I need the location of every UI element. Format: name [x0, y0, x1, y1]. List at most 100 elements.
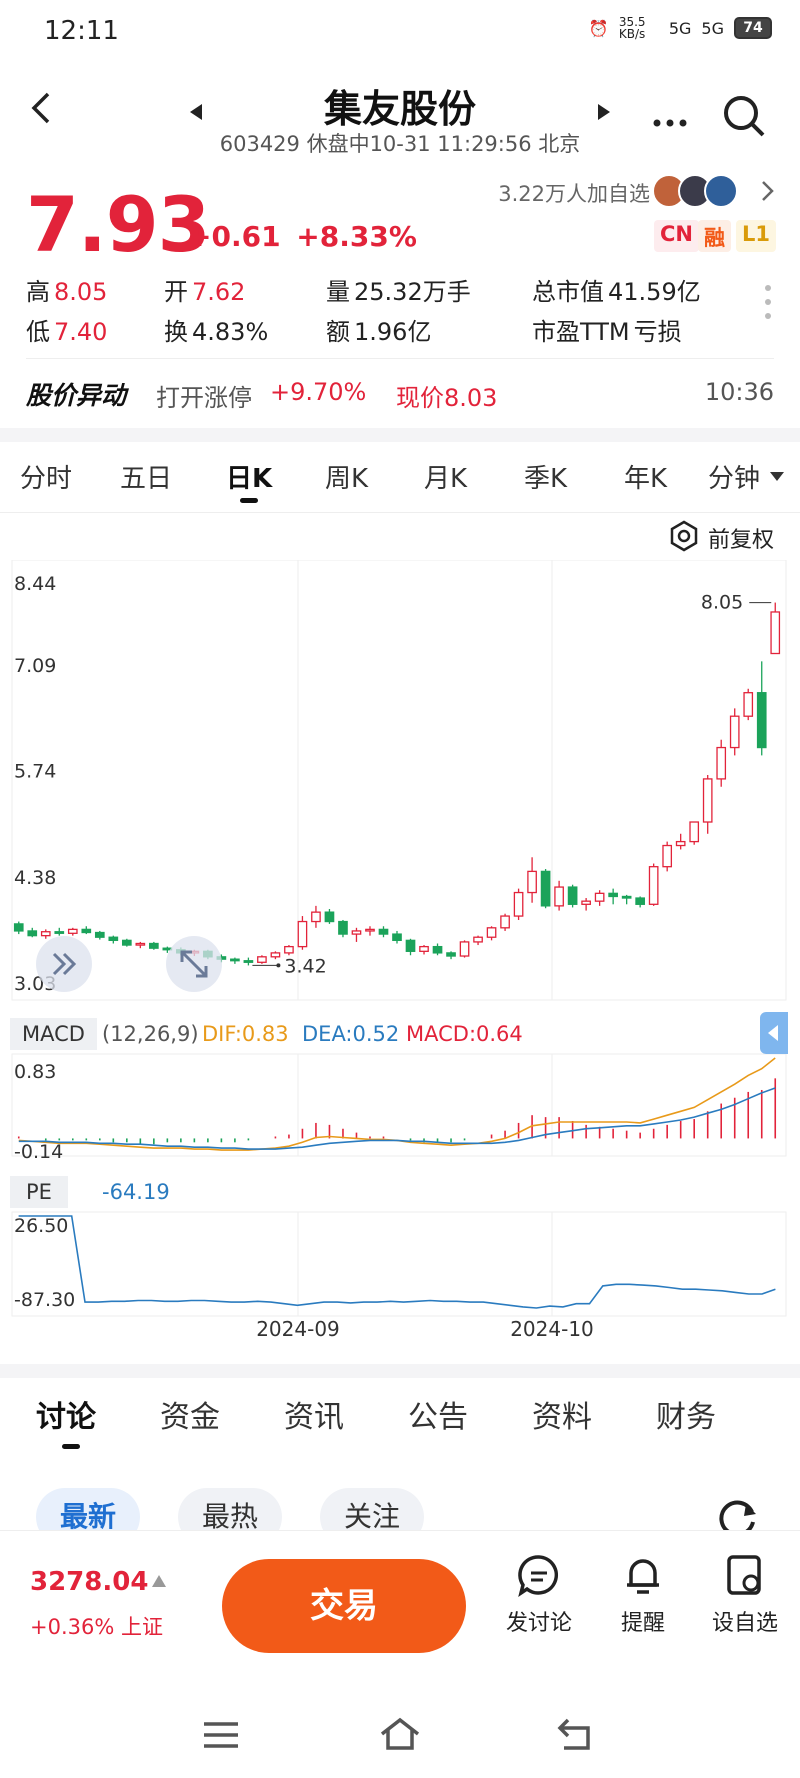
macd-y-top: 0.83: [14, 1061, 56, 1083]
candle-body: [702, 778, 713, 823]
double-chevron-right-icon: [52, 952, 77, 976]
stat-value: 7.62: [192, 278, 246, 306]
status-bar: 12:11 ⏰ 35.5 KB/s 5G 5G 74: [0, 0, 800, 64]
tab-weekly-k[interactable]: 周K: [325, 458, 368, 495]
signal-2: 5G: [701, 18, 724, 38]
collapse-panel-button[interactable]: [760, 1012, 788, 1054]
change-percent: +8.33%: [296, 220, 417, 253]
price-alert-row[interactable]: 股价异动 打开涨停 +9.70% 现价8.03 10:36: [26, 376, 774, 416]
tab-financials[interactable]: 财务: [656, 1392, 716, 1436]
candle-body: [486, 927, 497, 938]
adjust-label: 前复权: [708, 528, 775, 553]
fullscreen-button[interactable]: [166, 936, 222, 992]
candle-body: [513, 891, 524, 917]
watcher-avatars[interactable]: [652, 174, 742, 208]
post-discussion-button[interactable]: 发讨论: [494, 1551, 584, 1637]
stat-label: 换: [164, 318, 188, 346]
trade-button[interactable]: 交易: [222, 1559, 466, 1653]
candle-body: [378, 928, 389, 935]
alert-title: 股价异动: [26, 381, 127, 410]
macd-value: MACD:0.64: [406, 1022, 523, 1046]
pe-y-top: 26.50: [14, 1215, 68, 1237]
candle-body: [27, 930, 38, 937]
candle-body: [81, 928, 92, 934]
back-nav-icon[interactable]: [556, 1716, 596, 1752]
tab-discussion[interactable]: 讨论: [36, 1392, 96, 1436]
candle-body: [473, 936, 483, 943]
candle-body: [121, 939, 132, 946]
candle-body: [13, 923, 24, 932]
min-annotation: 3.42: [284, 955, 326, 977]
settings-hex-icon: [670, 520, 698, 552]
stat-value: 亏损: [633, 318, 682, 346]
stat-low: 低 7.40: [26, 312, 107, 347]
pe-value: -64.19: [102, 1180, 170, 1204]
tab-monthly-k[interactable]: 月K: [424, 458, 467, 495]
status-time: 12:11: [44, 16, 119, 46]
pe-legend[interactable]: PE -64.19: [10, 1174, 310, 1214]
stat-value: 4.83%: [192, 318, 269, 346]
dif-line: [18, 1057, 776, 1151]
candle-body: [621, 895, 632, 899]
chevron-down-icon[interactable]: [770, 472, 784, 482]
stat-value: 8.05: [54, 278, 108, 306]
alert-label: 提醒: [620, 1611, 665, 1636]
tab-profile[interactable]: 资料: [532, 1392, 592, 1436]
macd-legend[interactable]: MACD (12,26,9) DIF:0.83 DEA:0.52 MACD:0.…: [10, 1016, 760, 1056]
price-change: +0.61 +8.33%: [188, 220, 417, 253]
tab-funds[interactable]: 资金: [160, 1392, 220, 1436]
add-watchlist-button[interactable]: 设自选: [700, 1551, 790, 1637]
candle-body: [581, 900, 591, 905]
chevron-right-icon[interactable]: [760, 180, 774, 206]
tab-five-day[interactable]: 五日: [120, 458, 172, 495]
candle-body: [648, 866, 659, 905]
search-button[interactable]: [722, 94, 766, 142]
stat-label: 量: [326, 278, 350, 306]
menu-icon[interactable]: [202, 1718, 242, 1754]
candle-body: [284, 945, 294, 954]
tag-l1: L1: [736, 220, 776, 252]
watchers-count[interactable]: 3.22万人加自选: [498, 178, 650, 208]
section-separator: [0, 428, 800, 442]
tab-yearly-k[interactable]: 年K: [624, 458, 667, 495]
candle-body: [67, 928, 78, 934]
alert-button[interactable]: 提醒: [598, 1551, 688, 1637]
tab-quarterly-k[interactable]: 季K: [524, 458, 567, 495]
tab-daily-k[interactable]: 日K: [226, 458, 272, 495]
kline-chart[interactable]: 8.447.095.744.383.038.053.420.83-0.1426.…: [0, 560, 800, 1350]
candle-body: [500, 915, 510, 929]
more-button[interactable]: [652, 112, 688, 131]
tab-intraday[interactable]: 分时: [20, 458, 72, 495]
home-icon[interactable]: [378, 1716, 422, 1752]
next-stock-button[interactable]: [596, 104, 610, 124]
tab-news[interactable]: 资讯: [284, 1392, 344, 1436]
candle-body: [351, 930, 362, 935]
tag-margin: 融: [698, 220, 731, 252]
expand-stats-icon[interactable]: [764, 284, 772, 328]
x-tick-label: 2024-10: [510, 1317, 594, 1341]
candle-body: [365, 928, 375, 932]
tab-announcements[interactable]: 公告: [408, 1392, 468, 1436]
candle-body: [635, 897, 645, 905]
active-tab-indicator: [240, 498, 258, 503]
candle-body: [554, 886, 564, 907]
index-widget[interactable]: 3278.04 +0.36% 上证: [30, 1567, 190, 1647]
candle-body: [608, 892, 618, 898]
change-value: +0.61: [188, 220, 281, 253]
expand-left-button[interactable]: [36, 936, 92, 992]
battery-icon: 74: [734, 17, 772, 39]
stock-subtitle: 603429 休盘中10-31 11:29:56 北京: [219, 132, 581, 156]
candle-body: [567, 886, 578, 905]
tab-minute[interactable]: 分钟: [708, 458, 760, 495]
stat-label: 开: [164, 278, 188, 306]
candle-body: [108, 936, 119, 942]
stat-pe: 市盈TTM 亏损: [532, 312, 682, 347]
stat-volume: 量 25.32万手: [326, 272, 471, 307]
pe-line: [18, 1215, 776, 1309]
current-price: 7.93: [26, 180, 211, 269]
stat-label: 额: [326, 318, 350, 346]
max-annotation: 8.05: [701, 592, 743, 614]
active-tab-indicator: [62, 1444, 80, 1449]
macd-y-bottom: -0.14: [14, 1141, 63, 1163]
candle-body: [662, 844, 673, 868]
